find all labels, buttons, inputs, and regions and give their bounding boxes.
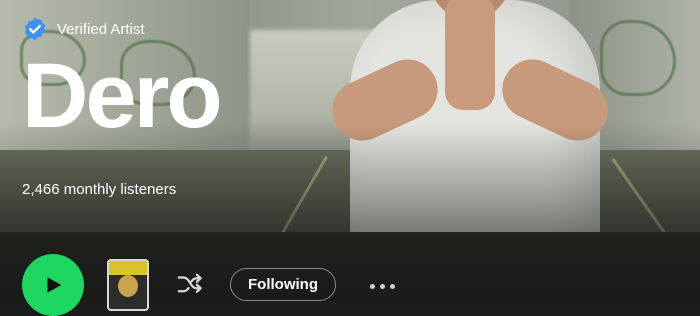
- thumbnail-banner: [109, 261, 147, 275]
- artist-header-image: Verified Artist Dero 2,466 monthly liste…: [0, 0, 700, 232]
- more-options-icon: [389, 283, 395, 289]
- verified-artist-row: Verified Artist: [22, 16, 145, 42]
- more-options-button[interactable]: [362, 276, 402, 296]
- more-options-icon: [369, 283, 375, 289]
- praying-hands: [445, 0, 495, 110]
- artist-action-bar: Following: [0, 232, 700, 316]
- play-button[interactable]: [22, 254, 84, 316]
- shuffle-button[interactable]: [171, 268, 209, 302]
- thumbnail-figure: [118, 275, 138, 297]
- artist-preview-thumbnail[interactable]: [107, 259, 149, 311]
- shuffle-icon: [177, 273, 202, 293]
- play-icon: [47, 277, 62, 293]
- verified-artist-label: Verified Artist: [57, 20, 145, 38]
- verified-badge-icon: [24, 17, 46, 41]
- more-options-icon: [379, 283, 385, 289]
- monthly-listeners: 2,466 monthly listeners: [22, 181, 177, 198]
- artist-name-title: Dero: [22, 45, 223, 147]
- following-button[interactable]: Following: [230, 268, 336, 301]
